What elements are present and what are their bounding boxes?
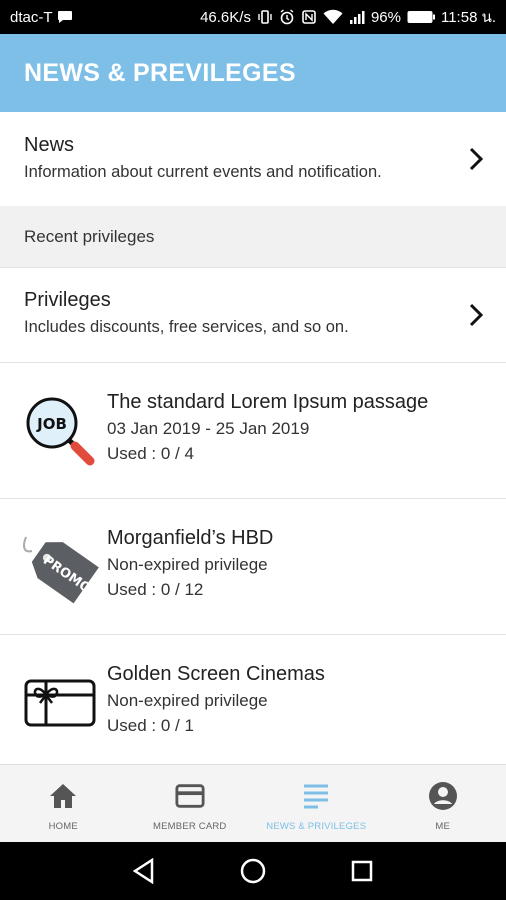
page-title: NEWS & PREVILEGES — [24, 58, 296, 87]
privilege-period: 03 Jan 2019 - 25 Jan 2019 — [107, 419, 310, 438]
privilege-item[interactable]: JOB The standard Lorem Ipsum passage 03 … — [0, 363, 506, 499]
gift-card-icon — [20, 665, 100, 741]
status-left: dtac-T — [10, 9, 73, 26]
bottom-navigation: HOME MEMBER CARD NEWS & PRIVILEGES ME — [0, 764, 506, 842]
tab-me[interactable]: ME — [380, 765, 506, 842]
account-icon — [428, 781, 458, 811]
home-icon — [48, 781, 78, 811]
tab-news-privileges[interactable]: NEWS & PRIVILEGES — [253, 765, 380, 842]
privilege-item-text: Golden Screen Cinemas Non-expired privil… — [107, 663, 494, 736]
recents-square-icon — [351, 860, 372, 882]
home-system-button[interactable] — [233, 851, 273, 891]
alarm-icon — [279, 9, 295, 25]
news-title: News — [24, 134, 75, 156]
privilege-title: The standard Lorem Ipsum passage — [107, 391, 429, 413]
tab-label: MEMBER CARD — [153, 821, 227, 832]
promo-tag-icon: PROMO — [20, 529, 100, 605]
clock: 11:58 น. — [440, 9, 496, 26]
news-subtitle: Information about current events and not… — [24, 163, 382, 181]
privileges-title: Privileges — [24, 289, 111, 311]
privilege-item[interactable]: PROMO Morganfield’s HBD Non-expired priv… — [0, 499, 506, 635]
nfc-icon — [301, 9, 317, 25]
privilege-title: Golden Screen Cinemas — [107, 663, 325, 685]
back-button[interactable] — [124, 851, 164, 891]
battery-percent: 96% — [370, 8, 401, 26]
recents-button[interactable] — [342, 851, 382, 891]
privileges-subtitle: Includes discounts, free services, and s… — [24, 318, 349, 336]
section-header-recent-privileges: Recent privileges — [0, 206, 506, 268]
news-row[interactable]: News Information about current events an… — [0, 112, 506, 206]
privileges-row[interactable]: Privileges Includes discounts, free serv… — [0, 268, 506, 363]
network-speed: 46.6K/s — [200, 8, 251, 26]
svg-text:JOB: JOB — [36, 415, 67, 433]
battery-icon — [407, 10, 435, 24]
tab-member-card[interactable]: MEMBER CARD — [127, 765, 254, 842]
chat-notification-icon — [57, 10, 73, 24]
chevron-right-icon — [469, 303, 484, 327]
vibrate-icon — [257, 9, 273, 25]
privilege-usage: Used : 0 / 12 — [107, 580, 204, 599]
privilege-item-text: Morganfield’s HBD Non-expired privilege … — [107, 527, 494, 600]
list-icon — [301, 781, 331, 811]
carrier-name: dtac-T — [10, 8, 53, 26]
tab-label: ME — [435, 821, 451, 832]
wifi-icon — [323, 9, 343, 25]
privilege-period: Non-expired privilege — [107, 691, 268, 710]
signal-icon — [349, 9, 365, 25]
chevron-right-icon — [469, 147, 484, 171]
privilege-item[interactable]: Golden Screen Cinemas Non-expired privil… — [0, 635, 506, 764]
app-bar: NEWS & PREVILEGES — [0, 34, 506, 112]
privilege-title: Morganfield’s HBD — [107, 527, 274, 549]
back-triangle-icon — [133, 858, 154, 884]
job-magnifier-icon: JOB — [20, 393, 100, 469]
privilege-item-text: The standard Lorem Ipsum passage 03 Jan … — [107, 391, 494, 464]
privilege-period: Non-expired privilege — [107, 555, 268, 574]
home-circle-icon — [240, 858, 266, 884]
privilege-usage: Used : 0 / 1 — [107, 716, 194, 735]
tab-label: HOME — [48, 821, 78, 832]
status-bar: dtac-T 46.6K/s 96% 11:58 น. — [0, 0, 506, 34]
tab-home[interactable]: HOME — [0, 765, 127, 842]
status-right: 46.6K/s 96% 11:58 น. — [200, 5, 496, 29]
tab-label: NEWS & PRIVILEGES — [266, 821, 367, 832]
card-icon — [175, 781, 205, 811]
privilege-usage: Used : 0 / 4 — [107, 444, 194, 463]
system-navigation-bar — [0, 842, 506, 900]
